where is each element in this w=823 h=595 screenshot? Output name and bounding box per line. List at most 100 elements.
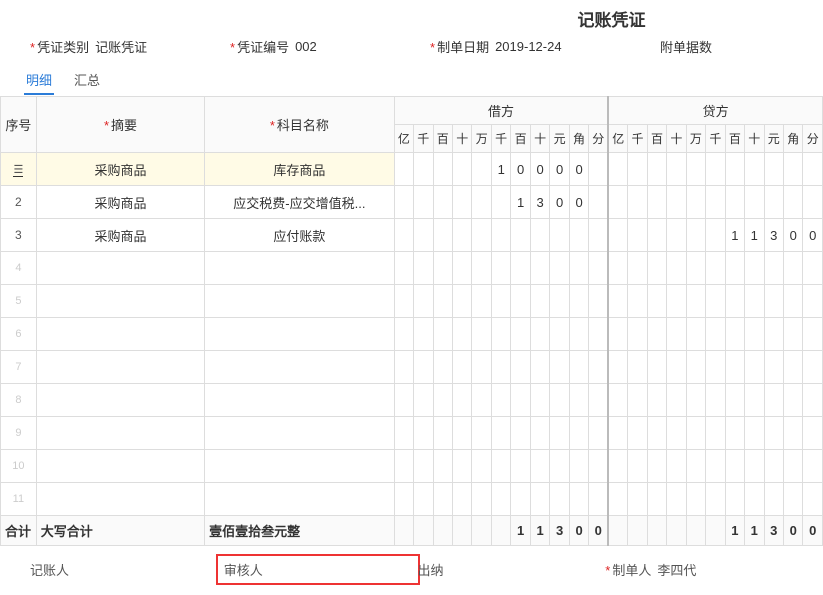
- digit-cell[interactable]: 1: [745, 219, 764, 252]
- digit-cell[interactable]: [667, 450, 686, 483]
- digit-cell[interactable]: [453, 384, 472, 417]
- digit-cell[interactable]: [394, 285, 413, 318]
- digit-cell[interactable]: [414, 153, 433, 186]
- table-row-empty[interactable]: 5: [1, 285, 823, 318]
- digit-cell[interactable]: [667, 153, 686, 186]
- digit-cell[interactable]: [608, 153, 627, 186]
- digit-cell[interactable]: [764, 351, 783, 384]
- digit-cell[interactable]: [784, 318, 803, 351]
- digit-cell[interactable]: [453, 153, 472, 186]
- digit-cell[interactable]: [589, 153, 608, 186]
- summary-cell[interactable]: 采购商品: [36, 153, 204, 186]
- digit-cell[interactable]: [745, 450, 764, 483]
- table-row-empty[interactable]: 6: [1, 318, 823, 351]
- account-cell[interactable]: 库存商品: [205, 153, 394, 186]
- digit-cell[interactable]: [745, 285, 764, 318]
- table-row-empty[interactable]: 11: [1, 483, 823, 516]
- digit-cell[interactable]: [686, 318, 705, 351]
- digit-cell[interactable]: [803, 351, 823, 384]
- digit-cell[interactable]: [530, 351, 549, 384]
- digit-cell[interactable]: [628, 351, 647, 384]
- digit-cell[interactable]: [745, 153, 764, 186]
- digit-cell[interactable]: [530, 483, 549, 516]
- digit-cell[interactable]: [569, 483, 588, 516]
- digit-cell[interactable]: [414, 483, 433, 516]
- digit-cell[interactable]: [530, 252, 549, 285]
- seq-cell[interactable]: 6: [1, 318, 37, 351]
- digit-cell[interactable]: [453, 318, 472, 351]
- digit-cell[interactable]: [569, 384, 588, 417]
- digit-cell[interactable]: [686, 483, 705, 516]
- digit-cell[interactable]: [608, 450, 627, 483]
- digit-cell[interactable]: [764, 153, 783, 186]
- digit-cell[interactable]: [511, 252, 530, 285]
- digit-cell[interactable]: [589, 483, 608, 516]
- digit-cell[interactable]: [706, 219, 725, 252]
- digit-cell[interactable]: [414, 384, 433, 417]
- digit-cell[interactable]: [647, 219, 666, 252]
- digit-cell[interactable]: [472, 450, 491, 483]
- seq-cell[interactable]: 4: [1, 252, 37, 285]
- digit-cell[interactable]: [491, 186, 510, 219]
- digit-cell[interactable]: [647, 186, 666, 219]
- digit-cell[interactable]: [511, 351, 530, 384]
- digit-cell[interactable]: [608, 351, 627, 384]
- digit-cell[interactable]: [414, 285, 433, 318]
- digit-cell[interactable]: [491, 384, 510, 417]
- digit-cell[interactable]: [550, 318, 569, 351]
- digit-cell[interactable]: [686, 351, 705, 384]
- digit-cell[interactable]: [530, 318, 549, 351]
- digit-cell[interactable]: [511, 384, 530, 417]
- seq-cell[interactable]: 10: [1, 450, 37, 483]
- digit-cell[interactable]: [686, 186, 705, 219]
- digit-cell[interactable]: [784, 252, 803, 285]
- digit-cell[interactable]: [530, 450, 549, 483]
- digit-cell[interactable]: [433, 153, 452, 186]
- digit-cell[interactable]: [784, 285, 803, 318]
- digit-cell[interactable]: 0: [550, 153, 569, 186]
- digit-cell[interactable]: [550, 219, 569, 252]
- digit-cell[interactable]: [647, 351, 666, 384]
- digit-cell[interactable]: [453, 450, 472, 483]
- digit-cell[interactable]: [472, 285, 491, 318]
- digit-cell[interactable]: [725, 384, 744, 417]
- digit-cell[interactable]: [589, 219, 608, 252]
- digit-cell[interactable]: [433, 351, 452, 384]
- digit-cell[interactable]: [608, 417, 627, 450]
- digit-cell[interactable]: [530, 285, 549, 318]
- digit-cell[interactable]: [433, 384, 452, 417]
- digit-cell[interactable]: [511, 417, 530, 450]
- table-row[interactable]: 采购商品库存商品10000: [1, 153, 823, 186]
- digit-cell[interactable]: [394, 153, 413, 186]
- tab-detail[interactable]: 明细: [24, 66, 54, 95]
- digit-cell[interactable]: [628, 285, 647, 318]
- table-row[interactable]: 3采购商品应付账款11300: [1, 219, 823, 252]
- digit-cell[interactable]: [414, 252, 433, 285]
- digit-cell[interactable]: [569, 351, 588, 384]
- digit-cell[interactable]: [433, 450, 452, 483]
- digit-cell[interactable]: [706, 252, 725, 285]
- digit-cell[interactable]: [453, 483, 472, 516]
- digit-cell[interactable]: [628, 252, 647, 285]
- summary-cell[interactable]: 采购商品: [36, 219, 204, 252]
- digit-cell[interactable]: [764, 384, 783, 417]
- digit-cell[interactable]: 0: [511, 153, 530, 186]
- digit-cell[interactable]: [725, 186, 744, 219]
- digit-cell[interactable]: [608, 219, 627, 252]
- digit-cell[interactable]: [589, 186, 608, 219]
- digit-cell[interactable]: [550, 351, 569, 384]
- digit-cell[interactable]: [530, 384, 549, 417]
- digit-cell[interactable]: [764, 186, 783, 219]
- digit-cell[interactable]: [628, 417, 647, 450]
- digit-cell[interactable]: [686, 252, 705, 285]
- digit-cell[interactable]: [569, 252, 588, 285]
- digit-cell[interactable]: [725, 318, 744, 351]
- digit-cell[interactable]: [628, 318, 647, 351]
- digit-cell[interactable]: [491, 483, 510, 516]
- digit-cell[interactable]: [394, 384, 413, 417]
- digit-cell[interactable]: [803, 252, 823, 285]
- table-row-empty[interactable]: 7: [1, 351, 823, 384]
- type-value[interactable]: 记账凭证: [95, 37, 147, 56]
- digit-cell[interactable]: 0: [803, 219, 823, 252]
- digit-cell[interactable]: [628, 186, 647, 219]
